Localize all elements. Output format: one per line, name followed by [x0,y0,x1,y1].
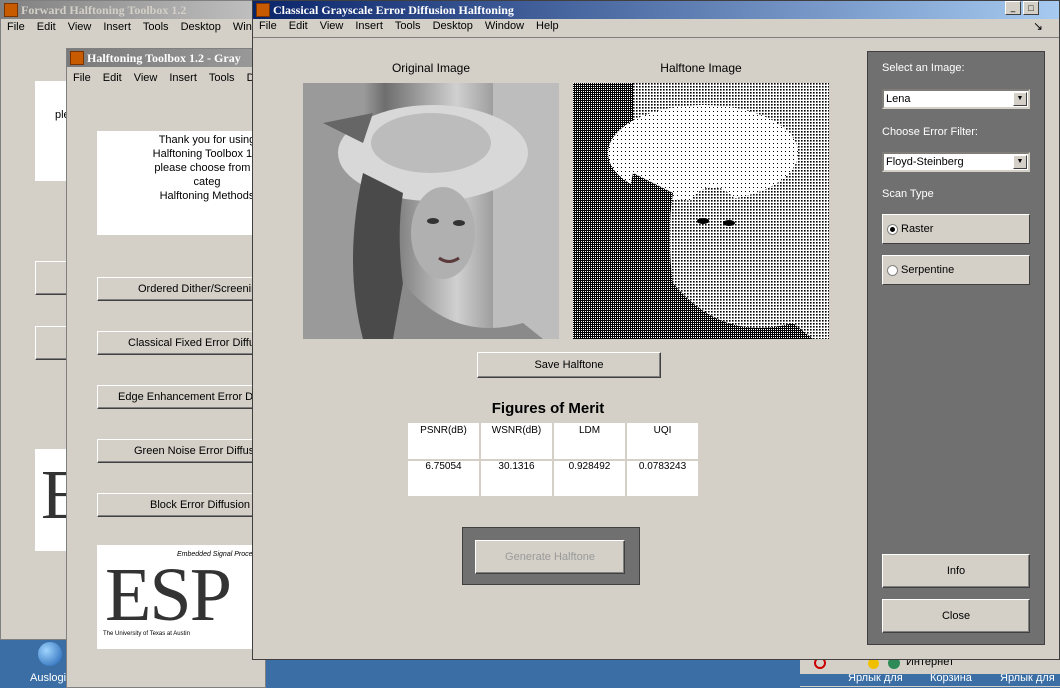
window-title-bar[interactable]: Halftoning Toolbox 1.2 - Gray [67,49,265,67]
chevron-down-icon[interactable]: ▼ [1013,92,1027,106]
menu-view[interactable]: View [68,21,92,33]
menu-bar: File Edit View Insert Tools Desktop Window Help [253,16,1059,36]
green-noise-button[interactable]: Green Noise Error Diffus [97,439,265,463]
generate-panel: Generate Halftone [462,527,640,585]
desktop-icon-label: Auslogi [30,672,67,684]
radio-serpentine[interactable] [887,265,898,276]
original-image-drawing [303,83,559,339]
menu-edit[interactable]: Edit [37,21,56,33]
save-halftone-button[interactable]: Save Halftone [477,352,661,378]
menu-view[interactable]: View [134,72,158,84]
metric-header: WSNR(dB) [481,423,554,461]
window-title: Forward Halftoning Toolbox 1.2 [21,3,187,17]
menu-desktop[interactable]: Desktop [181,21,221,33]
menu-edit[interactable]: Edit [103,72,122,84]
error-filter-value: Floyd-Steinberg [886,156,964,168]
logo-letters: ESP [105,553,232,637]
radio-serpentine-label: Serpentine [901,264,955,276]
classical-error-diffusion-button[interactable]: Classical Fixed Error Diffu [97,331,265,355]
window-halftoning-toolbox: Halftoning Toolbox 1.2 - Gray File Edit Vi… [66,48,266,688]
menu-tools[interactable]: Tools [395,20,421,32]
menu-bar: File Edit View Insert Tools Desktop Win [1,17,259,37]
welcome-line: Halftoning Toolbox 1.2 [152,148,262,160]
menu-divider [253,37,1059,38]
globe-icon [38,642,62,666]
taskbar-item[interactable]: Корзина [930,674,972,684]
menu-desktop[interactable]: Desktop [433,20,473,32]
taskbar-item[interactable]: Ярлык для [1000,674,1055,684]
menu-file[interactable]: File [259,20,277,32]
maximize-button[interactable]: □ [1023,1,1039,15]
welcome-line: Halftoning Methods [159,190,255,202]
welcome-box: Thank you for using Halftoning Toolbox 1… [97,131,265,235]
menu-insert[interactable]: Insert [103,21,131,33]
radio-raster-label: Raster [901,223,934,235]
halftone-image-drawing [573,83,829,339]
error-filter-label: Choose Error Filter: [882,126,978,138]
generate-halftone-button[interactable]: Generate Halftone [475,540,625,574]
radio-raster[interactable] [887,224,898,235]
select-image-dropdown[interactable]: Lena ▼ [882,89,1030,109]
metric-value: 30.1316 [481,461,554,496]
halftone-image [573,83,829,339]
menu-view[interactable]: View [320,20,344,32]
original-image-label: Original Image [391,61,471,75]
figures-of-merit-title: Figures of Merit [491,400,605,417]
welcome-line: Thank you for using [158,134,256,146]
welcome-line: please choose from a categ [154,162,260,188]
minimize-button[interactable]: _ [1005,1,1021,15]
matlab-icon [70,51,84,65]
metric-value: 0.928492 [554,461,627,496]
menu-window[interactable]: Window [485,20,524,32]
menu-insert[interactable]: Insert [355,20,383,32]
menu-tools[interactable]: Tools [209,72,235,84]
metric-value: 6.75054 [408,461,481,496]
menu-bar: File Edit View Insert Tools D [67,68,265,88]
original-image [303,83,559,339]
dock-arrow-icon[interactable]: ↘ [1033,19,1043,33]
scan-raster-option[interactable]: Raster [882,214,1030,244]
select-image-value: Lena [886,93,911,105]
chevron-down-icon[interactable]: ▼ [1013,155,1027,169]
close-button[interactable]: Close [882,599,1030,633]
menu-insert[interactable]: Insert [169,72,197,84]
menu-file[interactable]: File [7,21,25,33]
control-panel: Select an Image: Lena ▼ Choose Error Fil… [867,51,1045,645]
select-image-label: Select an Image: [882,62,965,74]
matlab-icon [256,3,270,17]
menu-tools[interactable]: Tools [143,21,169,33]
window-title: Classical Grayscale Error Diffusion Half… [273,3,514,17]
window-error-diffusion: Classical Grayscale Error Diffusion Half… [252,0,1060,660]
menu-help[interactable]: Help [536,20,559,32]
matlab-icon [4,3,18,17]
error-filter-dropdown[interactable]: Floyd-Steinberg ▼ [882,152,1030,172]
taskbar-item[interactable]: Ярлык для [848,674,903,684]
menu-file[interactable]: File [73,72,91,84]
logo-university: The University of Texas at Austin [103,631,190,637]
metrics-table: PSNR(dB) WSNR(dB) LDM UQI 6.75054 30.131… [408,423,698,496]
scan-serpentine-option[interactable]: Serpentine [882,255,1030,285]
taskbar: Ярлык для Корзина Ярлык для [800,674,1060,686]
scan-type-label: Scan Type [882,188,934,200]
menu-edit[interactable]: Edit [289,20,308,32]
metric-header: LDM [554,423,627,461]
info-button[interactable]: Info [882,554,1030,588]
ordered-dither-button[interactable]: Ordered Dither/Screenin [97,277,265,301]
block-error-diffusion-button[interactable]: Block Error Diffusion [97,493,265,517]
menu-window[interactable]: Win [233,21,252,33]
metric-header: PSNR(dB) [408,423,481,461]
esp-logo: Embedded Signal Proce ESP The University… [97,545,265,649]
metric-value: 0.0783243 [638,461,687,472]
window-title: Halftoning Toolbox 1.2 - Gray [87,51,241,65]
desktop-icon[interactable]: Auslogi [0,640,68,686]
edge-enhancement-button[interactable]: Edge Enhancement Error Di [97,385,265,409]
metric-header: UQI [627,423,698,461]
halftone-image-label: Halftone Image [660,61,742,75]
